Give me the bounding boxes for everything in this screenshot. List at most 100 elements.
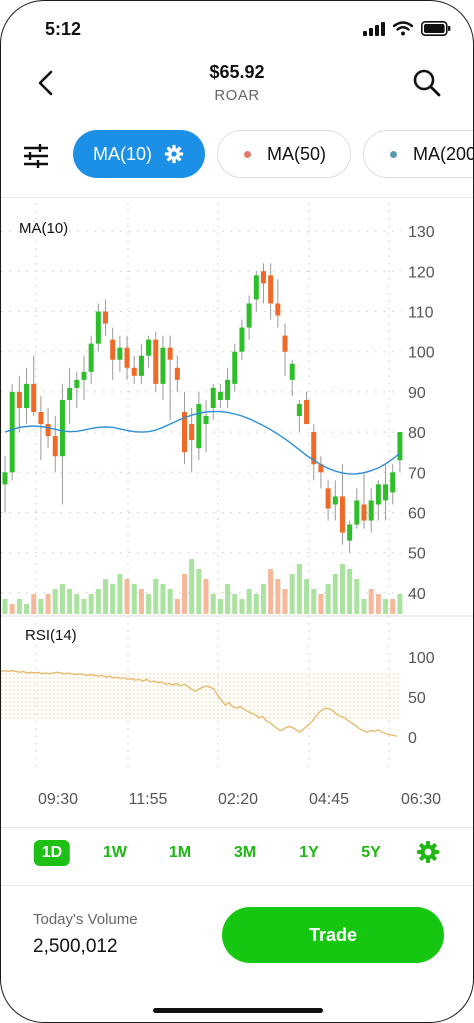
volume-bar bbox=[375, 594, 381, 614]
chip-ma10[interactable]: MA(10) bbox=[73, 130, 205, 178]
candle-up bbox=[81, 371, 87, 380]
range-5y[interactable]: 5Y bbox=[361, 840, 381, 866]
candle-down bbox=[153, 339, 159, 384]
battery-icon bbox=[421, 21, 451, 36]
candle-down bbox=[38, 412, 44, 425]
candle-up bbox=[217, 391, 223, 400]
volume-label: Today's Volume bbox=[33, 911, 138, 928]
indicator-chips: MA(10) MA(50) MA(20 bbox=[1, 129, 473, 181]
candle-down bbox=[45, 424, 51, 437]
candle-up bbox=[347, 524, 353, 541]
volume-bar bbox=[196, 569, 202, 614]
candle-down bbox=[304, 399, 310, 425]
chip-ma200[interactable]: MA(200) bbox=[363, 130, 473, 178]
candle-up bbox=[2, 472, 8, 485]
volume-value: 2,500,012 bbox=[33, 936, 118, 957]
candle-up bbox=[296, 403, 302, 417]
chart-area[interactable]: 130 120 110 100 90 80 70 60 50 40 MA(10) RSI(14) 100… bbox=[1, 197, 473, 777]
volume-bar bbox=[296, 564, 302, 614]
candle-up bbox=[196, 403, 202, 449]
y-tick-label: 90 bbox=[408, 385, 426, 402]
stock-header: $65.92 ROAR bbox=[1, 57, 473, 117]
volume-bar bbox=[268, 569, 274, 614]
ma200-dot bbox=[390, 150, 397, 158]
range-settings-gear-icon[interactable] bbox=[416, 840, 440, 864]
candle-up bbox=[146, 339, 152, 356]
volume-bar bbox=[239, 599, 245, 614]
volume-bar bbox=[203, 579, 209, 614]
range-1m[interactable]: 1M bbox=[169, 840, 191, 866]
volume-bar bbox=[253, 594, 259, 614]
volume-bar bbox=[325, 584, 331, 614]
y-tick-label: 120 bbox=[408, 264, 435, 281]
candle-down bbox=[260, 271, 266, 284]
candle-up bbox=[332, 496, 338, 505]
volume-bar bbox=[138, 589, 144, 614]
ma50-dot bbox=[244, 150, 251, 158]
price-chart[interactable]: 130 120 110 100 90 80 70 60 50 40 MA(10) RSI(14) 100… bbox=[1, 197, 473, 777]
volume-bar bbox=[189, 559, 195, 614]
candle-up bbox=[138, 355, 144, 376]
volume-bar bbox=[131, 584, 137, 614]
volume-bar bbox=[368, 589, 374, 614]
candle-down bbox=[275, 303, 281, 316]
candle-up bbox=[95, 311, 101, 344]
rsi-tick-label: 0 bbox=[408, 730, 417, 747]
volume-bar bbox=[81, 599, 87, 614]
range-1w[interactable]: 1W bbox=[103, 840, 127, 866]
candle-down bbox=[174, 367, 180, 380]
volume-bar bbox=[182, 574, 187, 614]
time-label: 02:20 bbox=[217, 791, 259, 808]
volume-bar bbox=[52, 589, 58, 614]
divider-mid bbox=[1, 827, 473, 828]
candle-up bbox=[88, 343, 94, 372]
chip-ma50[interactable]: MA(50) bbox=[217, 130, 351, 178]
volume-trade-section: Today's Volume 2,500,012 Trade bbox=[1, 891, 473, 981]
candle-down bbox=[282, 335, 288, 352]
volume-bar bbox=[124, 579, 130, 614]
candle-up bbox=[9, 391, 15, 473]
sliders-icon[interactable] bbox=[21, 141, 51, 171]
divider-bottom bbox=[1, 885, 473, 886]
volume-bar bbox=[9, 604, 15, 614]
candle-up bbox=[390, 472, 396, 493]
volume-bar bbox=[210, 594, 216, 614]
price-panel-label: MA(10) bbox=[19, 220, 68, 237]
volume-bar bbox=[146, 594, 152, 614]
volume-bar bbox=[74, 594, 80, 614]
home-indicator bbox=[153, 1008, 323, 1013]
status-icons bbox=[363, 21, 451, 36]
range-3m[interactable]: 3M bbox=[234, 840, 256, 866]
range-1d[interactable]: 1D bbox=[33, 840, 71, 866]
volume-bar bbox=[339, 564, 345, 614]
volume-bar bbox=[311, 589, 317, 614]
volume-bar bbox=[45, 594, 51, 614]
range-1y[interactable]: 1Y bbox=[299, 840, 319, 866]
volume-bar bbox=[354, 579, 360, 614]
volume-bar bbox=[347, 569, 353, 614]
candle-down bbox=[124, 347, 130, 368]
search-icon[interactable] bbox=[411, 67, 443, 99]
candle-up bbox=[203, 416, 209, 425]
y-tick-label: 80 bbox=[408, 425, 426, 442]
candle-down bbox=[16, 391, 22, 408]
y-tick-label: 130 bbox=[408, 224, 435, 241]
status-bar: 5:12 bbox=[1, 1, 473, 57]
trade-button[interactable]: Trade bbox=[222, 907, 444, 963]
volume-bar bbox=[217, 599, 223, 614]
chip-label: MA(200) bbox=[413, 143, 473, 164]
candle-up bbox=[246, 303, 252, 328]
rsi-band bbox=[1, 673, 401, 721]
volume-bar bbox=[117, 574, 123, 614]
current-price: $65.92 bbox=[209, 62, 265, 82]
volume-bar bbox=[95, 589, 101, 614]
candle-up bbox=[74, 379, 80, 388]
time-label: 04:45 bbox=[308, 791, 350, 808]
volume-bar bbox=[232, 594, 238, 614]
volume-bar bbox=[2, 599, 8, 614]
y-tick-label: 70 bbox=[408, 465, 426, 482]
time-label: 11:55 bbox=[128, 791, 168, 808]
gear-icon[interactable] bbox=[164, 144, 184, 164]
candle-up bbox=[232, 351, 238, 384]
candle-up bbox=[397, 432, 403, 461]
